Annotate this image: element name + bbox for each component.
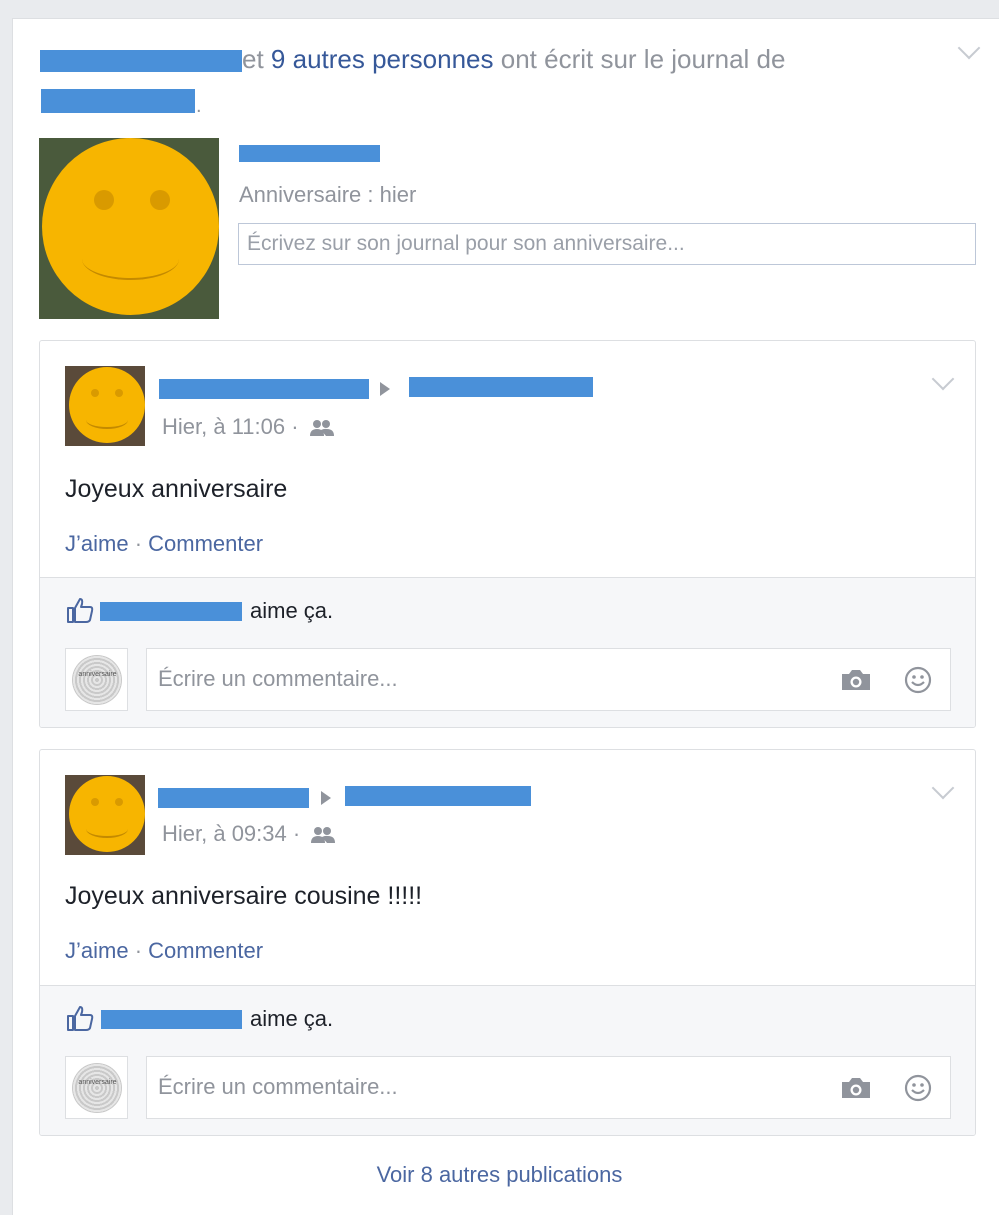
see-more-posts-link[interactable]: Voir 8 autres publications <box>0 1162 999 1188</box>
wall-post: Hier, à 09:34 · Joyeux anniversaire cous… <box>39 749 976 1136</box>
seal-image <box>72 1063 122 1113</box>
seal-text: anniversaire <box>78 1079 117 1086</box>
birthday-subtitle: Anniversaire : hier <box>239 182 417 207</box>
seal-image <box>72 655 122 705</box>
redacted-post-author[interactable] <box>158 788 309 808</box>
post-actions: J’aime · Commenter <box>65 938 263 964</box>
smiley-face-icon <box>69 776 145 852</box>
seal-text: anniversaire <box>78 671 117 678</box>
header-connector: et <box>242 44 271 74</box>
like-thumb-icon <box>67 1006 94 1031</box>
redacted-post-target[interactable] <box>409 377 593 397</box>
post-actions: J’aime · Commenter <box>65 531 263 557</box>
emoji-icon[interactable] <box>904 666 932 694</box>
comment-placeholder: Écrire un commentaire... <box>158 1074 398 1099</box>
post-author-avatar[interactable] <box>65 366 145 446</box>
header-period: . <box>196 95 202 117</box>
audience-friends-icon <box>311 827 336 844</box>
comment-action[interactable]: Commenter <box>148 531 263 556</box>
others-link[interactable]: 9 autres personnes <box>271 44 494 74</box>
comment-placeholder: Écrire un commentaire... <box>158 666 398 691</box>
wall-post: Hier, à 11:06 · Joyeux anniversaire J’ai… <box>39 340 976 728</box>
redacted-liker-name[interactable] <box>101 1010 242 1029</box>
redacted-post-author[interactable] <box>159 379 369 399</box>
audience-friends-icon <box>309 420 334 437</box>
post-time-text[interactable]: Hier, à 09:34 · <box>162 821 306 846</box>
post-feedback-area: aime ça. anniversaire Écrire un commenta… <box>40 985 975 1135</box>
post-author-avatar[interactable] <box>65 775 145 855</box>
like-action[interactable]: J’aime <box>65 938 129 963</box>
camera-icon[interactable] <box>840 1076 872 1100</box>
like-action[interactable]: J’aime <box>65 531 129 556</box>
post-message: Joyeux anniversaire cousine !!!!! <box>65 882 423 910</box>
redacted-birthday-person[interactable] <box>41 89 195 113</box>
post-timestamp[interactable]: Hier, à 11:06 · <box>162 414 335 440</box>
comment-input[interactable]: Écrire un commentaire... <box>146 648 951 711</box>
action-separator: · <box>128 938 149 963</box>
smiley-face-icon <box>69 367 145 443</box>
likes-text: aime ça. <box>250 598 334 623</box>
birthday-avatar[interactable] <box>39 138 219 319</box>
commenter-avatar: anniversaire <box>65 648 128 711</box>
post-feedback-area: aime ça. anniversaire Écrire un commenta… <box>40 577 975 727</box>
emoji-icon[interactable] <box>904 1074 932 1102</box>
arrow-right-icon <box>380 382 390 396</box>
comment-input[interactable]: Écrire un commentaire... <box>146 1056 951 1119</box>
header-text: et 9 autres personnes ont écrit sur le j… <box>242 44 785 75</box>
likes-text: aime ça. <box>250 1006 334 1031</box>
redacted-birthday-name[interactable] <box>239 145 380 162</box>
redacted-post-target[interactable] <box>345 786 531 806</box>
header-suffix: ont écrit sur le journal de <box>493 44 786 74</box>
redacted-author-name[interactable] <box>40 50 242 72</box>
chevron-down-icon[interactable] <box>931 367 955 391</box>
camera-icon[interactable] <box>840 668 872 692</box>
post-message: Joyeux anniversaire <box>65 475 288 503</box>
like-thumb-icon <box>67 598 94 623</box>
post-time-text[interactable]: Hier, à 11:06 · <box>162 414 305 439</box>
chevron-down-icon[interactable] <box>931 776 955 800</box>
post-timestamp[interactable]: Hier, à 09:34 · <box>162 821 336 847</box>
arrow-right-icon <box>321 791 331 805</box>
redacted-liker-name[interactable] <box>100 602 242 621</box>
comment-action[interactable]: Commenter <box>148 938 263 963</box>
smiley-face-icon <box>42 138 219 315</box>
birthday-wall-input[interactable]: Écrivez sur son journal pour son anniver… <box>238 223 976 265</box>
action-separator: · <box>128 531 149 556</box>
commenter-avatar: anniversaire <box>65 1056 128 1119</box>
